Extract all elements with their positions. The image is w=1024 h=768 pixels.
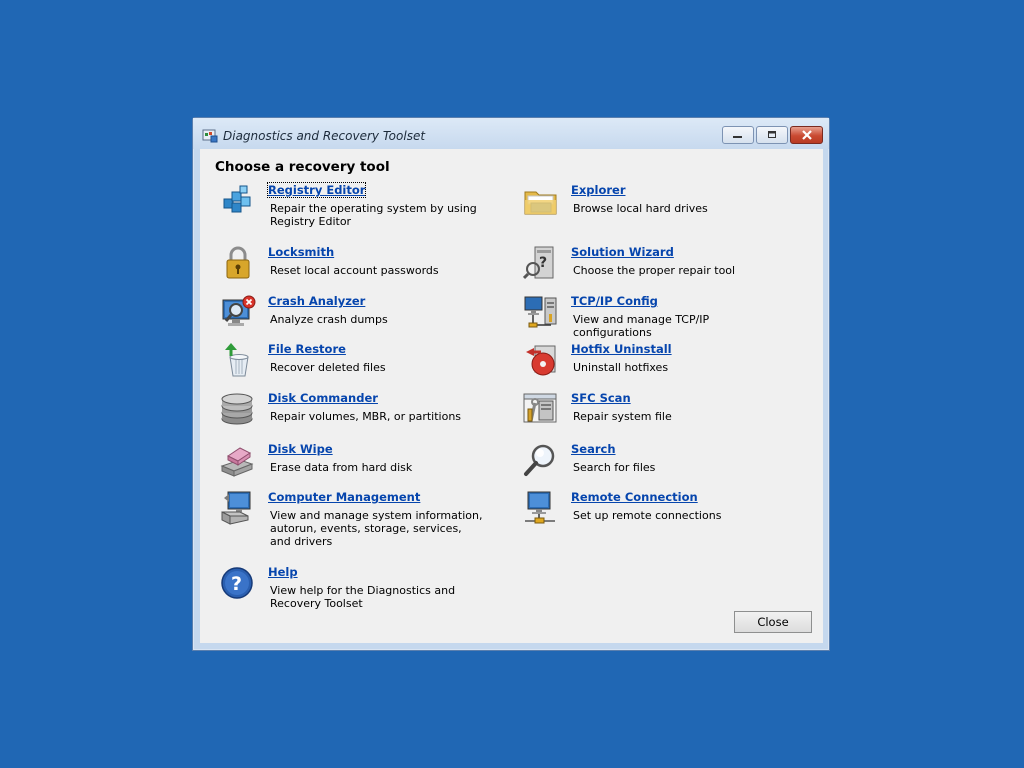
solution-wizard-link[interactable]: Solution Wizard: [571, 245, 674, 259]
explorer-folder-icon: [524, 191, 557, 215]
minimize-button[interactable]: [722, 126, 754, 144]
help-description: View help for the Diagnostics and Recove…: [270, 584, 456, 610]
computer-management-description: View and manage system information, auto…: [270, 509, 483, 548]
solution-wizard-icon: ?: [523, 246, 554, 280]
help-icon: ?: [221, 567, 253, 599]
explorer-description: Browse local hard drives: [573, 202, 708, 215]
hotfix-uninstall-description: Uninstall hotfixes: [573, 361, 669, 374]
search-link[interactable]: Search: [571, 442, 616, 456]
window-title: Diagnostics and Recovery Toolset: [223, 129, 426, 143]
page-heading: Choose a recovery tool: [215, 159, 390, 175]
remote-connection-link[interactable]: Remote Connection: [571, 490, 698, 504]
locksmith-description: Reset local account passwords: [270, 264, 439, 277]
title-bar[interactable]: Diagnostics and Recovery Toolset: [193, 118, 829, 149]
file-restore-description: Recover deleted files: [270, 361, 386, 374]
computer-management-link[interactable]: Computer Management: [268, 490, 420, 504]
magnifier-icon: [524, 444, 555, 476]
restore-button[interactable]: [756, 126, 788, 144]
restore-icon: [768, 131, 776, 138]
close-button[interactable]: Close: [734, 611, 812, 633]
disk-commander-description: Repair volumes, MBR, or partitions: [270, 410, 462, 423]
disk-commander-link[interactable]: Disk Commander: [268, 391, 378, 405]
locksmith-link[interactable]: Locksmith: [268, 245, 334, 259]
recycle-bin-restore-icon: [225, 343, 249, 377]
svg-text:?: ?: [231, 573, 242, 595]
svg-text:?: ?: [539, 255, 547, 271]
remote-connection-icon: [525, 491, 555, 524]
close-window-button[interactable]: [790, 126, 823, 144]
tcpip-config-link[interactable]: TCP/IP Config: [571, 294, 658, 308]
sfc-scan-description: Repair system file: [573, 410, 672, 423]
dart-window: Diagnostics and Recovery Toolset Choose …: [192, 117, 830, 651]
disk-wipe-link[interactable]: Disk Wipe: [268, 442, 333, 456]
client-area: Choose a recovery tool Registry Editor R…: [200, 149, 823, 643]
registry-editor-link[interactable]: Registry Editor: [266, 182, 367, 198]
registry-editor-icon: [223, 185, 251, 213]
hotfix-uninstall-icon: [526, 345, 556, 376]
disk-wipe-description: Erase data from hard disk: [270, 461, 413, 474]
crash-analyzer-link[interactable]: Crash Analyzer: [268, 294, 365, 308]
solution-wizard-description: Choose the proper repair tool: [573, 264, 736, 277]
search-description: Search for files: [573, 461, 656, 474]
remote-connection-description: Set up remote connections: [573, 509, 722, 522]
crash-analyzer-icon: [222, 295, 256, 326]
disk-wipe-icon: [220, 447, 254, 477]
tcpip-config-icon: [524, 296, 557, 328]
disk-stack-icon: [221, 393, 253, 425]
minimize-icon: [733, 136, 742, 138]
tcpip-config-description: View and manage TCP/IP configurations: [573, 313, 710, 339]
close-icon: [801, 130, 812, 140]
padlock-icon: [226, 246, 250, 279]
file-restore-link[interactable]: File Restore: [268, 342, 346, 356]
crash-analyzer-description: Analyze crash dumps: [270, 313, 388, 326]
registry-editor-description: Repair the operating system by using Reg…: [270, 202, 477, 228]
explorer-link[interactable]: Explorer: [571, 183, 626, 197]
computer-management-icon: [221, 491, 251, 525]
help-link[interactable]: Help: [268, 565, 298, 579]
sfc-scan-icon: [523, 393, 557, 423]
dart-app-icon: [202, 129, 218, 143]
sfc-scan-link[interactable]: SFC Scan: [571, 391, 631, 405]
hotfix-uninstall-link[interactable]: Hotfix Uninstall: [571, 342, 672, 356]
